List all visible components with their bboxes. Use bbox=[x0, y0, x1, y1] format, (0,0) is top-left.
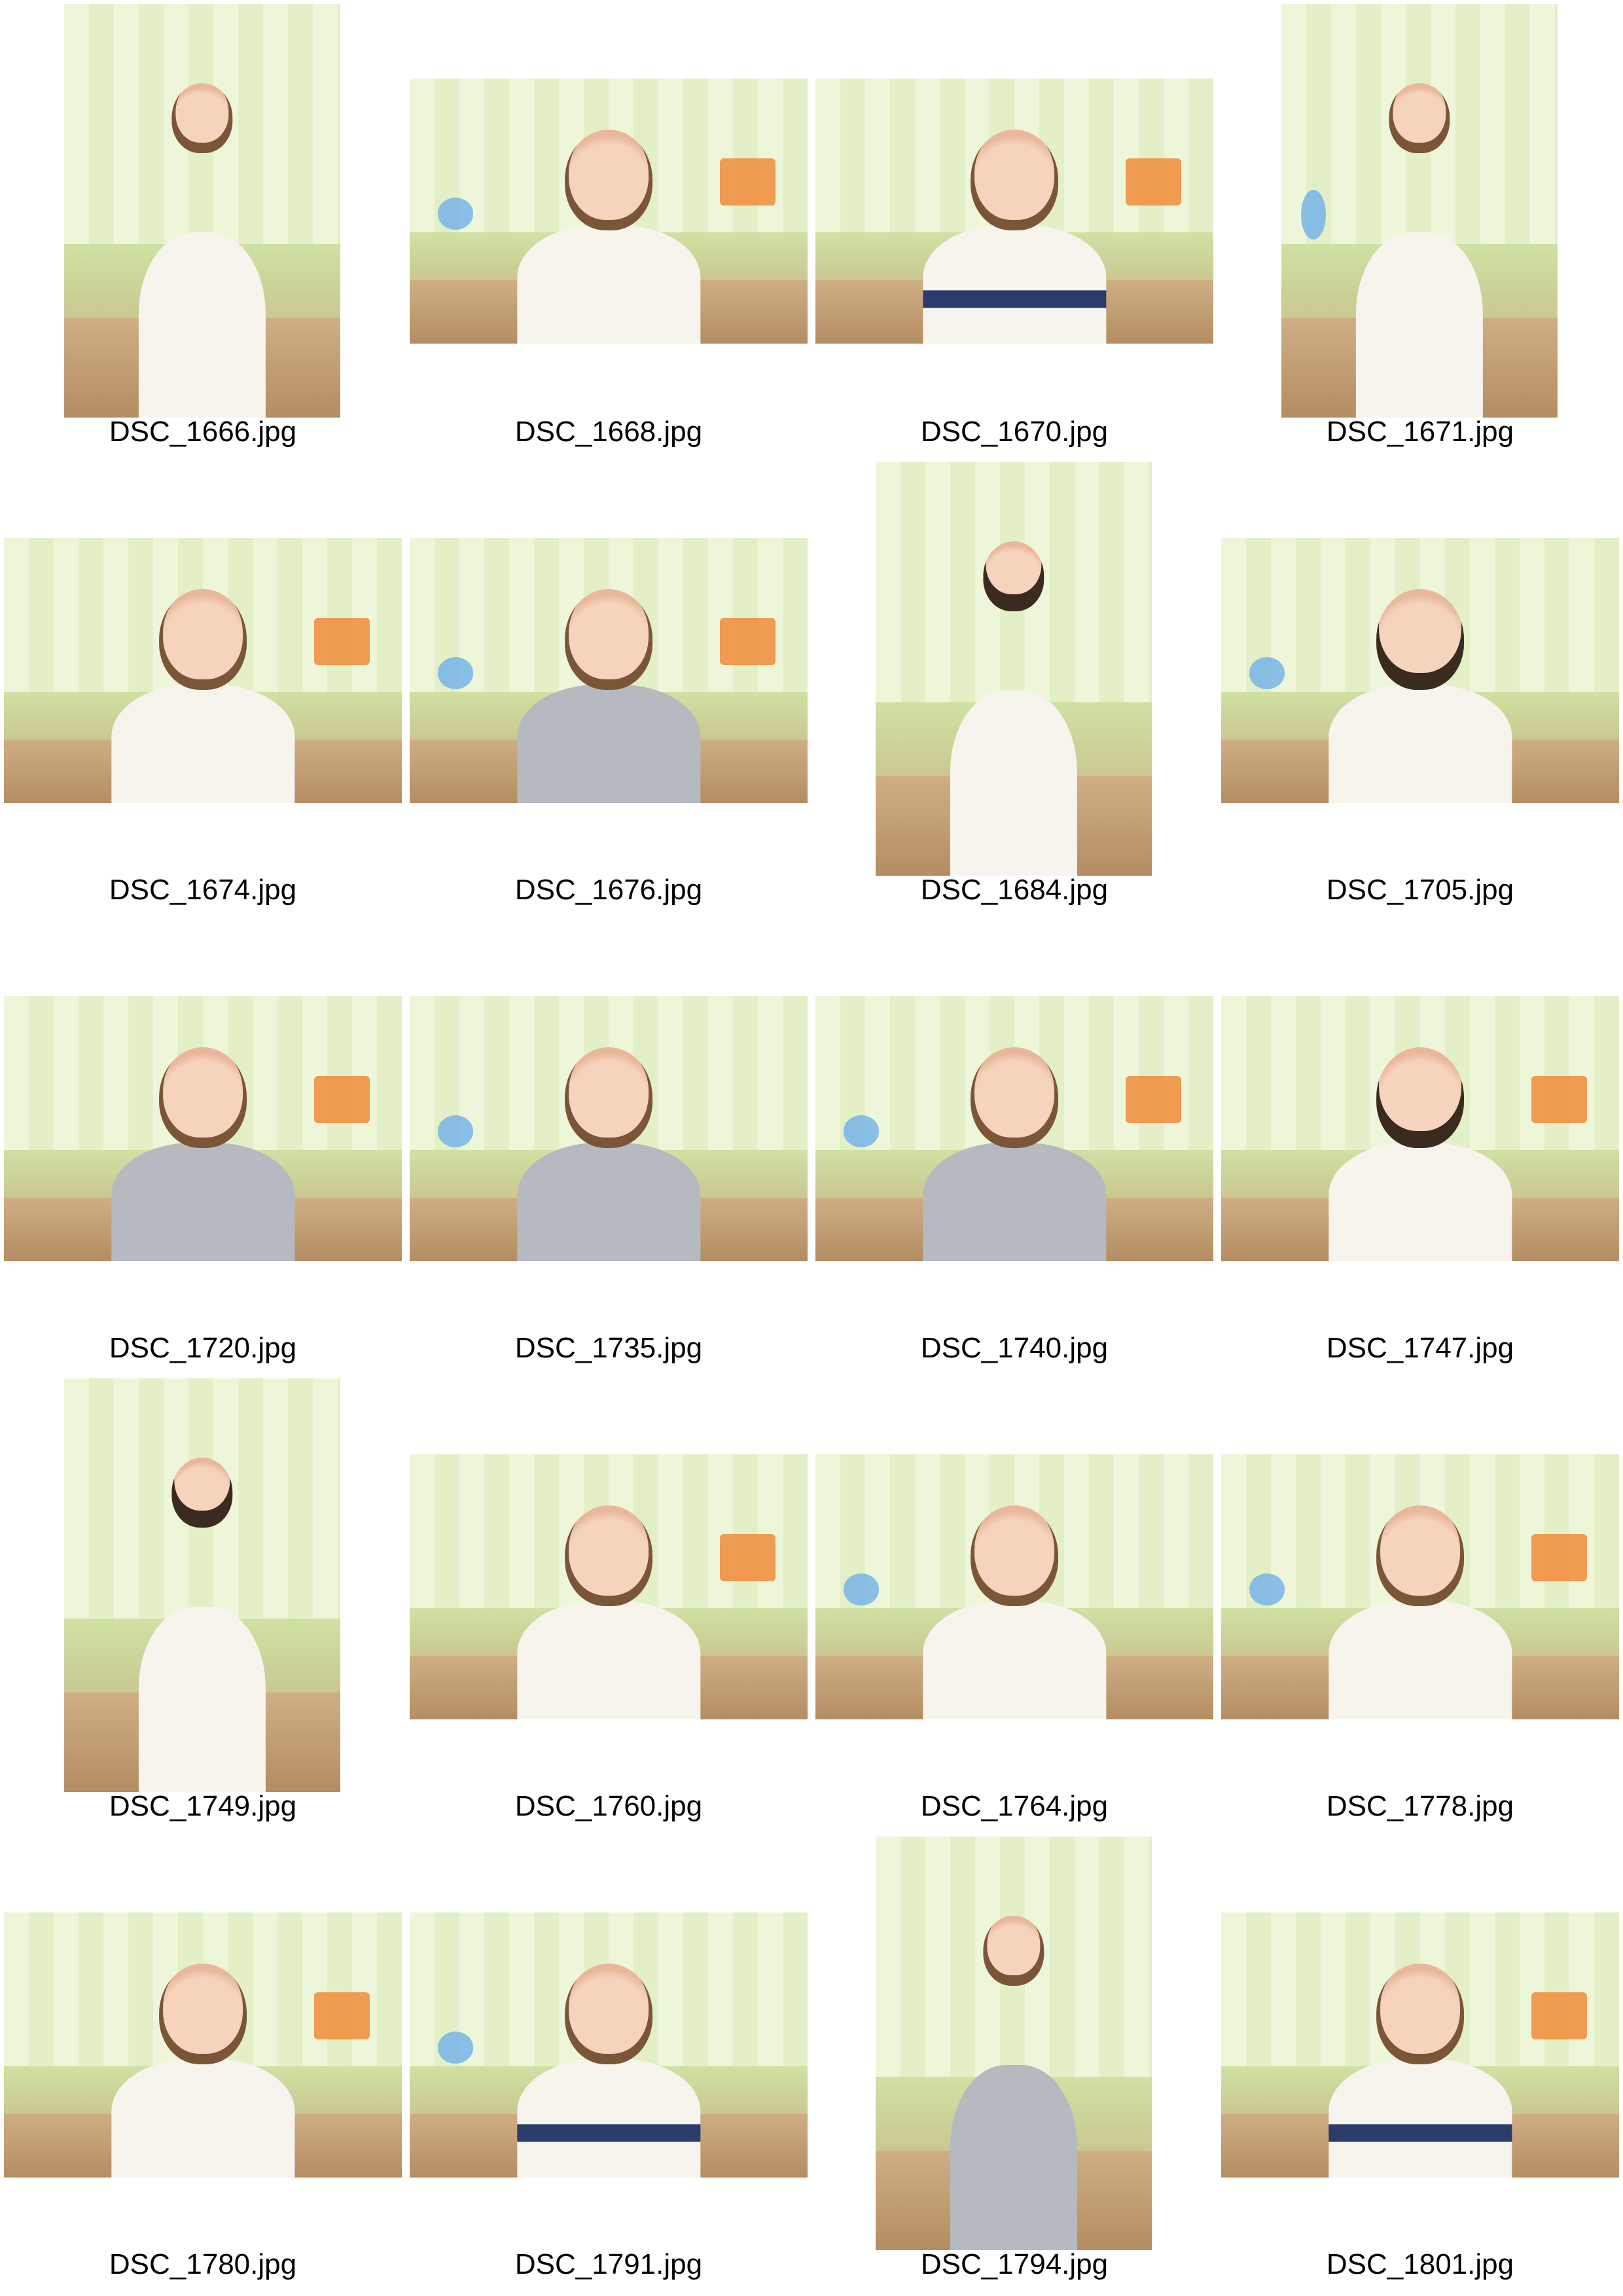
contact-sheet-item: DSC_1760.jpg bbox=[406, 1374, 812, 1833]
contact-sheet-item: DSC_1671.jpg bbox=[1217, 0, 1623, 458]
contact-sheet-item: DSC_1780.jpg bbox=[0, 1833, 406, 2291]
filename-label: DSC_1674.jpg bbox=[109, 874, 297, 906]
filename-label: DSC_1684.jpg bbox=[920, 874, 1109, 906]
filename-label: DSC_1760.jpg bbox=[514, 1790, 703, 1822]
filename-label: DSC_1749.jpg bbox=[109, 1790, 297, 1822]
contact-sheet-item: DSC_1720.jpg bbox=[0, 916, 406, 1374]
contact-sheet-item: DSC_1749.jpg bbox=[0, 1374, 406, 1833]
contact-sheet-item: DSC_1676.jpg bbox=[406, 458, 812, 916]
filename-label: DSC_1668.jpg bbox=[514, 416, 703, 448]
photo-thumbnail[interactable] bbox=[815, 79, 1213, 344]
photo-thumbnail[interactable] bbox=[4, 996, 402, 1261]
contact-sheet-item: DSC_1778.jpg bbox=[1217, 1374, 1623, 1833]
photo-thumbnail[interactable] bbox=[1221, 1912, 1619, 2178]
contact-sheet-item: DSC_1674.jpg bbox=[0, 458, 406, 916]
photo-thumbnail[interactable] bbox=[1281, 4, 1558, 418]
photo-thumbnail[interactable] bbox=[1221, 538, 1619, 803]
contact-sheet-item: DSC_1684.jpg bbox=[812, 458, 1217, 916]
contact-sheet-item: DSC_1801.jpg bbox=[1217, 1833, 1623, 2291]
photo-thumbnail[interactable] bbox=[4, 538, 402, 803]
photo-thumbnail[interactable] bbox=[410, 1912, 808, 2178]
filename-label: DSC_1671.jpg bbox=[1326, 416, 1514, 448]
contact-sheet-item: DSC_1705.jpg bbox=[1217, 458, 1623, 916]
filename-label: DSC_1720.jpg bbox=[109, 1332, 297, 1364]
photo-thumbnail[interactable] bbox=[876, 462, 1152, 876]
contact-sheet-item: DSC_1666.jpg bbox=[0, 0, 406, 458]
filename-label: DSC_1735.jpg bbox=[514, 1332, 703, 1364]
photo-thumbnail[interactable] bbox=[410, 1454, 808, 1719]
filename-label: DSC_1794.jpg bbox=[920, 2248, 1109, 2280]
contact-sheet-item: DSC_1794.jpg bbox=[812, 1833, 1217, 2291]
photo-thumbnail[interactable] bbox=[815, 1454, 1213, 1719]
photo-thumbnail[interactable] bbox=[64, 1378, 340, 1792]
photo-thumbnail[interactable] bbox=[410, 538, 808, 803]
photo-thumbnail[interactable] bbox=[876, 1837, 1152, 2250]
filename-label: DSC_1764.jpg bbox=[920, 1790, 1109, 1822]
contact-sheet-item: DSC_1670.jpg bbox=[812, 0, 1217, 458]
contact-sheet-item: DSC_1791.jpg bbox=[406, 1833, 812, 2291]
filename-label: DSC_1778.jpg bbox=[1326, 1790, 1514, 1822]
contact-sheet-item: DSC_1668.jpg bbox=[406, 0, 812, 458]
photo-thumbnail[interactable] bbox=[410, 996, 808, 1261]
photo-thumbnail[interactable] bbox=[4, 1912, 402, 2178]
filename-label: DSC_1791.jpg bbox=[514, 2248, 703, 2280]
photo-thumbnail[interactable] bbox=[64, 4, 340, 418]
photo-thumbnail[interactable] bbox=[815, 996, 1213, 1261]
filename-label: DSC_1670.jpg bbox=[920, 416, 1109, 448]
filename-label: DSC_1747.jpg bbox=[1326, 1332, 1514, 1364]
filename-label: DSC_1705.jpg bbox=[1326, 874, 1514, 906]
photo-thumbnail[interactable] bbox=[410, 79, 808, 344]
contact-sheet-item: DSC_1740.jpg bbox=[812, 916, 1217, 1374]
photo-thumbnail[interactable] bbox=[1221, 996, 1619, 1261]
filename-label: DSC_1666.jpg bbox=[109, 416, 297, 448]
filename-label: DSC_1801.jpg bbox=[1326, 2248, 1514, 2280]
contact-sheet-item: DSC_1764.jpg bbox=[812, 1374, 1217, 1833]
photo-thumbnail[interactable] bbox=[1221, 1454, 1619, 1719]
filename-label: DSC_1676.jpg bbox=[514, 874, 703, 906]
filename-label: DSC_1780.jpg bbox=[109, 2248, 297, 2280]
filename-label: DSC_1740.jpg bbox=[920, 1332, 1109, 1364]
contact-sheet-item: DSC_1735.jpg bbox=[406, 916, 812, 1374]
contact-sheet-item: DSC_1747.jpg bbox=[1217, 916, 1623, 1374]
